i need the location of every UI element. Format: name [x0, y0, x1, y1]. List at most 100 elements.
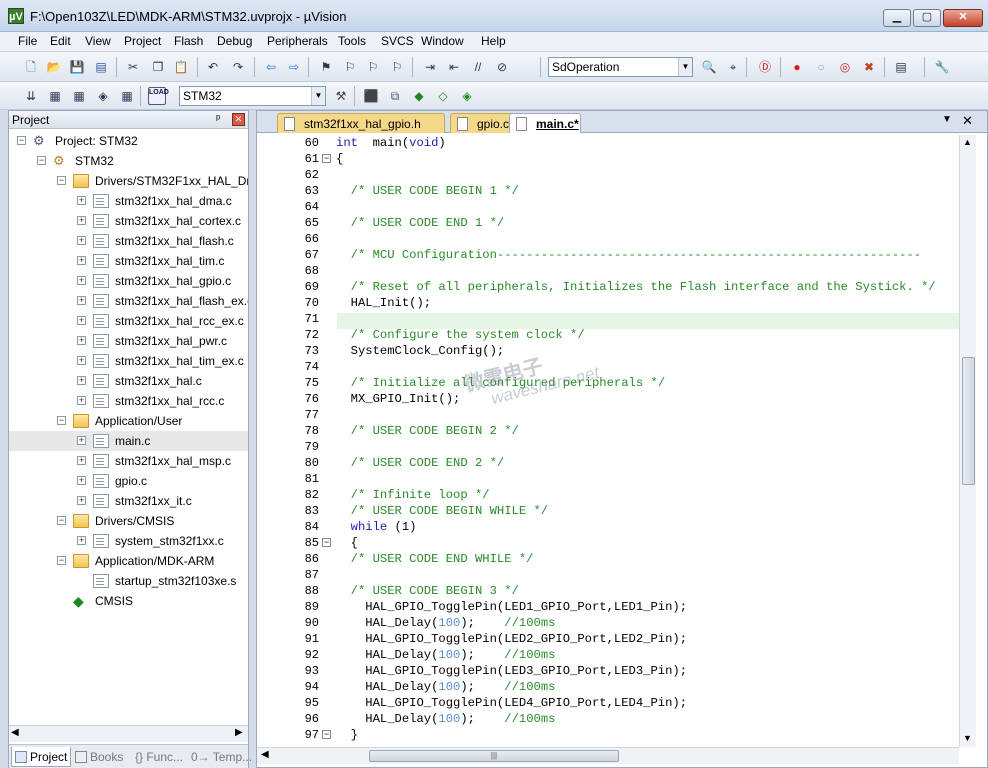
tree-expander-icon[interactable]: +: [77, 376, 86, 385]
find-combo-value[interactable]: SdOperation: [552, 60, 619, 74]
tree-expander-icon[interactable]: +: [77, 196, 86, 205]
disable-breakpoint-icon[interactable]: ○: [812, 58, 830, 76]
manage-project-icon[interactable]: ⧉: [386, 87, 404, 105]
panel-tab-1[interactable]: Books: [73, 747, 123, 767]
horizontal-scroll-thumb[interactable]: |||: [369, 750, 619, 762]
tree-expander-icon[interactable]: +: [77, 316, 86, 325]
code-line[interactable]: HAL_Init();: [336, 295, 431, 311]
menu-debug[interactable]: Debug: [217, 34, 252, 48]
indent-icon[interactable]: ⇥: [421, 58, 439, 76]
code-line[interactable]: {: [336, 535, 358, 551]
copy-icon[interactable]: ❐: [149, 58, 167, 76]
scroll-down-icon[interactable]: ▼: [963, 733, 972, 743]
code-line[interactable]: /* Reset of all peripherals, Initializes…: [336, 279, 936, 295]
code-line[interactable]: }: [336, 727, 358, 743]
code-line[interactable]: int main(void): [336, 135, 446, 151]
tree-expander-icon[interactable]: +: [77, 336, 86, 345]
tree-item[interactable]: + stm32f1xx_hal_flash.c: [9, 231, 248, 251]
tree-expander-icon[interactable]: +: [77, 456, 86, 465]
prev-bookmark-icon[interactable]: ⚐: [341, 58, 359, 76]
code-line[interactable]: HAL_GPIO_TogglePin(LED4_GPIO_Port,LED4_P…: [336, 695, 687, 711]
close-window-button[interactable]: ✕: [943, 9, 983, 27]
editor-horizontal-scrollbar[interactable]: ◀ |||: [257, 747, 959, 764]
tree-expander-icon[interactable]: +: [77, 496, 86, 505]
tree-item[interactable]: + stm32f1xx_hal_msp.c: [9, 451, 248, 471]
target-options-icon[interactable]: ⚒: [332, 87, 350, 105]
next-bookmark-icon[interactable]: ⚐: [364, 58, 382, 76]
menu-window[interactable]: Window: [421, 34, 464, 48]
forward-icon[interactable]: ⇨: [285, 58, 303, 76]
save-icon[interactable]: 💾: [68, 58, 86, 76]
code-line[interactable]: {: [336, 151, 343, 167]
fold-toggle-icon[interactable]: −: [322, 730, 331, 739]
tree-expander-icon[interactable]: −: [57, 556, 66, 565]
tree-expander-icon[interactable]: −: [57, 516, 66, 525]
tree-expander-icon[interactable]: +: [77, 296, 86, 305]
tree-item[interactable]: − ⚙ STM32: [9, 151, 248, 171]
unindent-icon[interactable]: ⇤: [445, 58, 463, 76]
tree-expander-icon[interactable]: −: [37, 156, 46, 165]
configure-icon[interactable]: 🔧: [933, 58, 951, 76]
scroll-right-icon[interactable]: ▶: [235, 727, 243, 738]
menu-tools[interactable]: Tools: [338, 34, 366, 48]
target-combo[interactable]: STM32 ▼: [179, 86, 326, 106]
code-line[interactable]: /* USER CODE BEGIN 1 */: [336, 183, 519, 199]
pin-icon[interactable]: ᵖ: [216, 113, 220, 125]
batch-build-icon[interactable]: ◈: [94, 87, 112, 105]
select-packs-icon[interactable]: ◆: [410, 87, 428, 105]
tree-expander-icon[interactable]: +: [77, 236, 86, 245]
tree-expander-icon[interactable]: +: [77, 276, 86, 285]
code-line[interactable]: /* USER CODE END WHILE */: [336, 551, 534, 567]
code-line[interactable]: SystemClock_Config();: [336, 343, 505, 359]
tree-item-selected[interactable]: + main.c: [9, 431, 248, 451]
code-line[interactable]: HAL_GPIO_TogglePin(LED2_GPIO_Port,LED2_P…: [336, 631, 687, 647]
code-line[interactable]: /* Infinite loop */: [336, 487, 490, 503]
browse-icon[interactable]: ⌖: [724, 58, 742, 76]
manage-components-icon[interactable]: ⬛: [362, 87, 380, 105]
code-line[interactable]: /* USER CODE END 2 */: [336, 455, 505, 471]
chevron-down-icon[interactable]: ▼: [678, 58, 692, 76]
rebuild-icon[interactable]: ▦: [70, 87, 88, 105]
close-tab-icon[interactable]: ✕: [962, 113, 973, 129]
tree-expander-icon[interactable]: +: [77, 396, 86, 405]
target-combo-value[interactable]: STM32: [183, 89, 222, 103]
project-horizontal-scrollbar[interactable]: ◀ ▶: [9, 725, 248, 742]
tree-expander-icon[interactable]: +: [77, 536, 86, 545]
find-in-files-icon[interactable]: 🔍: [700, 58, 718, 76]
code-line[interactable]: HAL_GPIO_TogglePin(LED1_GPIO_Port,LED1_P…: [336, 599, 687, 615]
panel-tab-0[interactable]: Project: [11, 747, 72, 767]
editor-tab-main-c-[interactable]: main.c*: [509, 113, 581, 133]
build-icon[interactable]: ▦: [46, 87, 64, 105]
tree-item[interactable]: + system_stm32f1xx.c: [9, 531, 248, 551]
tree-item[interactable]: + stm32f1xx_hal_tim_ex.c: [9, 351, 248, 371]
code-line[interactable]: /* USER CODE BEGIN 2 */: [336, 423, 519, 439]
debug-start-icon[interactable]: Ⓓ: [756, 58, 774, 76]
code-line[interactable]: /* USER CODE END 1 */: [336, 215, 505, 231]
tree-item[interactable]: + gpio.c: [9, 471, 248, 491]
uncomment-icon[interactable]: ⊘: [493, 58, 511, 76]
tree-item[interactable]: − Application/MDK-ARM: [9, 551, 248, 571]
uvision-app-icon[interactable]: µV: [8, 8, 24, 24]
bookmark-icon[interactable]: ⚑: [317, 58, 335, 76]
scroll-up-icon[interactable]: ▲: [963, 137, 972, 147]
code-view[interactable]: int main(void){ /* USER CODE BEGIN 1 */ …: [336, 135, 958, 747]
new-file-icon[interactable]: 🗋: [22, 58, 40, 76]
run-time-env-icon[interactable]: ◈: [458, 87, 476, 105]
back-icon[interactable]: ⇦: [262, 58, 280, 76]
close-panel-icon[interactable]: ✕: [232, 113, 245, 126]
menu-file[interactable]: File: [18, 34, 37, 48]
code-line[interactable]: HAL_Delay(100); //100ms: [336, 679, 555, 695]
comment-icon[interactable]: //: [469, 58, 487, 76]
code-line[interactable]: while (1): [336, 519, 417, 535]
menu-svcs[interactable]: SVCS: [381, 34, 414, 48]
tree-item[interactable]: − ⚙ Project: STM32: [9, 131, 248, 151]
panel-tab-2[interactable]: {} Func...: [133, 747, 183, 767]
translate-icon[interactable]: ⇊: [22, 87, 40, 105]
code-line[interactable]: MX_GPIO_Init();: [336, 391, 461, 407]
cut-icon[interactable]: ✂: [124, 58, 142, 76]
tree-item[interactable]: − Application/User: [9, 411, 248, 431]
tree-item[interactable]: + stm32f1xx_hal_pwr.c: [9, 331, 248, 351]
tree-item[interactable]: + stm32f1xx_hal.c: [9, 371, 248, 391]
redo-icon[interactable]: ↷: [229, 58, 247, 76]
save-all-icon[interactable]: ▤: [92, 58, 110, 76]
